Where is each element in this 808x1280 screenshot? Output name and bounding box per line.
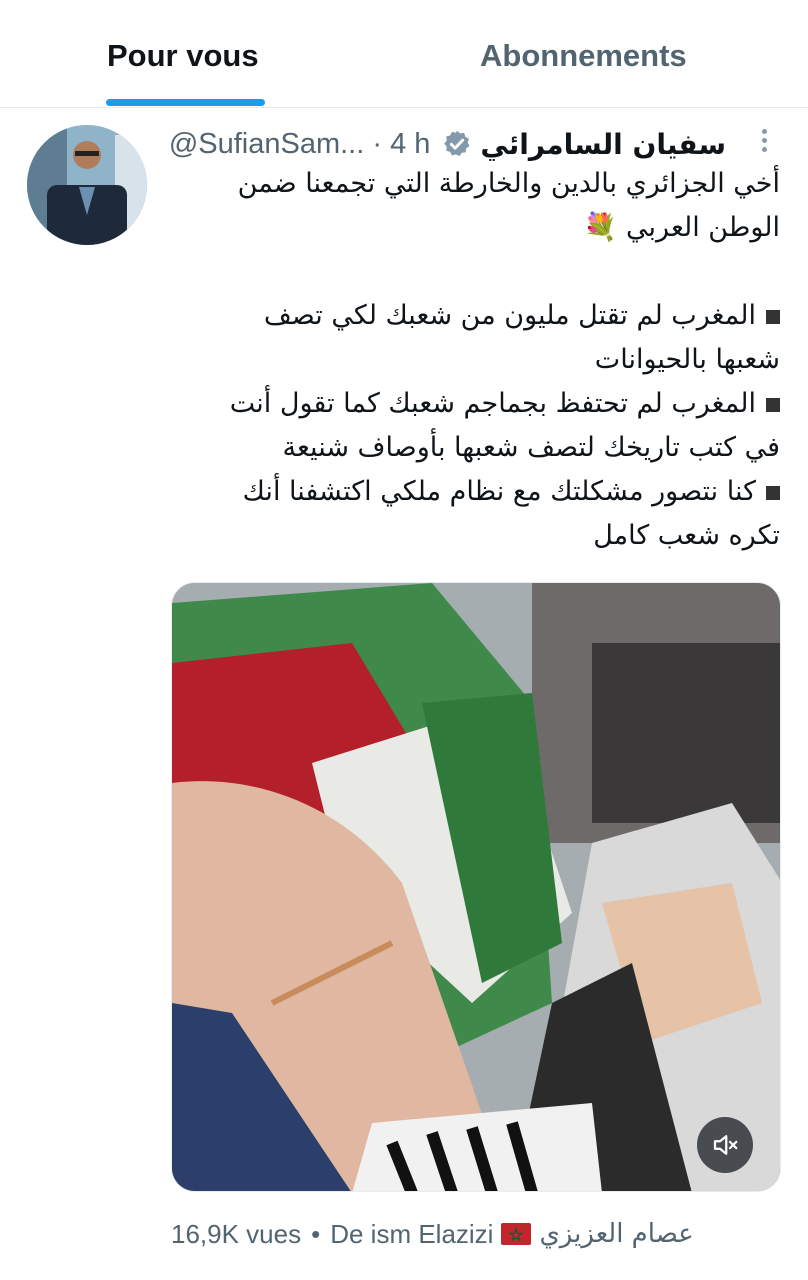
display-name[interactable]: سفيان السامرائي: [480, 128, 726, 161]
speaker-muted-icon: [713, 1135, 738, 1155]
mute-toggle-button[interactable]: [697, 1117, 753, 1173]
active-tab-indicator: [106, 99, 265, 106]
tweet-text-line: في كتب تاريخك لتصف شعبها بأوصاف شنيعة: [180, 426, 780, 470]
tweet-line-text: شعبها بالحيوانات: [594, 344, 780, 375]
tweet-footer: 16,9K vues • De ism Elazizi عصام العزيزي: [171, 1216, 694, 1252]
source-prefix[interactable]: De ism Elazizi: [330, 1219, 493, 1250]
tweet-video[interactable]: [171, 582, 781, 1192]
view-count: 16,9K vues: [171, 1218, 302, 1249]
tweet-text-line: الوطن العربي 💐: [180, 206, 780, 250]
avatar-photo: [27, 125, 147, 245]
tweet-text-line: شعبها بالحيوانات: [180, 338, 780, 382]
verified-badge-icon: [444, 130, 470, 157]
timeline-tabs: Pour vous Abonnements: [0, 0, 808, 108]
square-bullet-icon: [766, 397, 780, 412]
tweet-line-text: في كتب تاريخك لتصف شعبها بأوصاف شنيعة: [282, 432, 780, 463]
morocco-flag-icon: [501, 1223, 532, 1245]
tab-for-you[interactable]: Pour vous: [107, 38, 259, 74]
avatar[interactable]: [27, 125, 147, 245]
footer-separator: •: [311, 1218, 321, 1249]
more-options-button[interactable]: [752, 126, 776, 156]
tweet-text-line: المغرب لم تقتل مليون من شعبك لكي تصف: [180, 294, 780, 338]
tweet-text-line: تكره شعب كامل: [180, 514, 780, 558]
tweet-line-text: تكره شعب كامل: [593, 520, 780, 551]
tweet-header: سفيان السامرائي @SufianSam... · 4 h: [169, 124, 726, 164]
dot-icon: [761, 129, 767, 134]
tweet-line-text: المغرب لم تقتل مليون من شعبك لكي تصف: [263, 300, 756, 331]
handle-text: @SufianSam...: [168, 127, 365, 160]
user-handle[interactable]: @SufianSam... · 4 h: [169, 128, 431, 161]
tweet-text: أخي الجزائري بالدين والخارطة التي تجمعنا…: [180, 162, 780, 558]
square-bullet-icon: [766, 485, 780, 500]
video-frame-image: [172, 583, 780, 1191]
source-name[interactable]: عصام العزيزي: [539, 1219, 693, 1249]
dot-icon: [761, 147, 767, 152]
header-separator: ·: [372, 127, 383, 160]
tweet-text-line: المغرب لم تحتفظ بجماجم شعبك كما تقول أنت: [180, 382, 780, 426]
tweet-line-text: أخي الجزائري بالدين والخارطة التي تجمعنا…: [237, 168, 780, 199]
tweet-text-line: أخي الجزائري بالدين والخارطة التي تجمعنا…: [180, 162, 780, 206]
tweet-text-line: كنا نتصور مشكلتك مع نظام ملكي اكتشفنا أن…: [180, 470, 780, 514]
tweet-time[interactable]: 4 h: [390, 128, 430, 160]
tweet-line-text: الوطن العربي 💐: [583, 212, 780, 243]
tab-following[interactable]: Abonnements: [480, 38, 687, 74]
tweet-line-text: كنا نتصور مشكلتك مع نظام ملكي اكتشفنا أن…: [242, 476, 756, 507]
tweet-line-text: المغرب لم تحتفظ بجماجم شعبك كما تقول أنت: [229, 388, 756, 419]
square-bullet-icon: [766, 309, 780, 324]
dot-icon: [761, 138, 767, 143]
